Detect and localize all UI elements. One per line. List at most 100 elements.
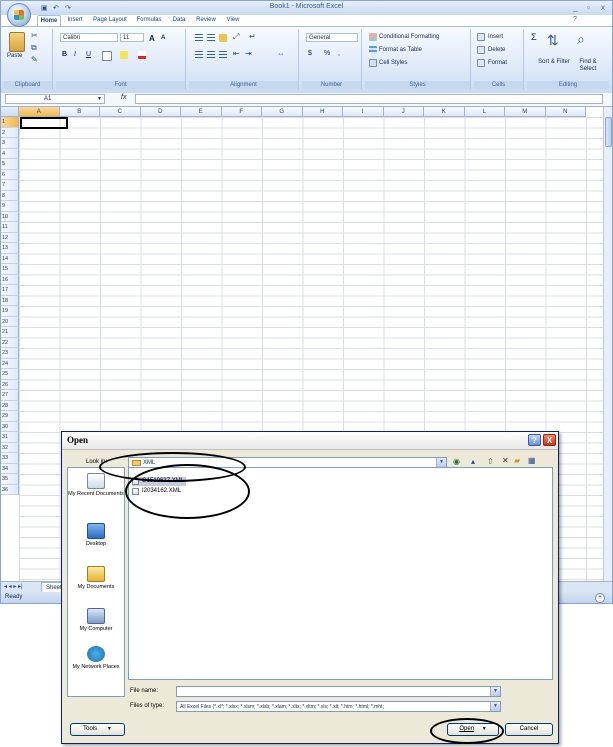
tab-formulas[interactable]: Formulas [134, 15, 164, 26]
name-box[interactable]: A1 ▼ [5, 94, 105, 104]
place-my-network[interactable]: My Network Places [68, 646, 124, 670]
row-header[interactable]: 25 [1, 369, 19, 380]
font-color-icon[interactable] [138, 51, 146, 59]
paste-button[interactable]: Paste [7, 53, 22, 59]
help-button[interactable]: ? [528, 434, 541, 446]
shrink-font-button[interactable]: A [161, 35, 165, 41]
row-header[interactable]: 17 [1, 285, 19, 296]
row-header[interactable]: 27 [1, 390, 19, 401]
conditional-formatting-button[interactable]: Conditional Formatting [379, 34, 439, 40]
row-header[interactable]: 9 [1, 201, 19, 212]
row-header[interactable]: 14 [1, 253, 19, 264]
sort-filter-icon[interactable]: ⇅ [547, 32, 559, 49]
format-as-table-button[interactable]: Format as Table [379, 47, 422, 53]
currency-button[interactable]: $ [308, 50, 312, 57]
tab-review[interactable]: Review [194, 15, 218, 26]
row-header[interactable]: 15 [1, 264, 19, 275]
delete-icon[interactable]: ✕ [502, 456, 509, 465]
column-header[interactable]: A [19, 107, 60, 117]
column-header[interactable]: M [505, 107, 546, 117]
cell-styles-button[interactable]: Cell Styles [379, 60, 407, 66]
borders-icon[interactable] [102, 51, 112, 61]
insert-cells-button[interactable]: Insert [488, 34, 503, 40]
active-cell[interactable] [20, 117, 68, 129]
comma-button[interactable]: , [338, 50, 340, 57]
row-header[interactable]: 30 [1, 421, 19, 432]
row-header[interactable]: 8 [1, 190, 19, 201]
column-header[interactable]: N [545, 107, 586, 117]
fill-color-icon[interactable] [120, 51, 128, 59]
column-header[interactable]: I [343, 107, 384, 117]
column-header[interactable]: F [221, 107, 262, 117]
bold-button[interactable]: B [62, 51, 67, 58]
row-header[interactable]: 12 [1, 232, 19, 243]
new-folder-icon[interactable]: ▰ [514, 456, 520, 465]
tab-insert[interactable]: Insert [64, 15, 86, 26]
column-header[interactable]: G [262, 107, 303, 117]
row-header[interactable]: 20 [1, 316, 19, 327]
close-window-button[interactable]: x [601, 3, 605, 12]
align-top-icon[interactable] [195, 34, 203, 42]
decrease-indent-icon[interactable]: ⇤ [233, 49, 240, 58]
row-header[interactable]: 19 [1, 306, 19, 317]
sheet-nav-buttons[interactable]: ◂ ◂ ▸ ▸| [4, 583, 23, 590]
tab-data[interactable]: Data [169, 15, 189, 26]
minimize-button[interactable]: _ [573, 3, 577, 12]
row-header[interactable]: 35 [1, 474, 19, 485]
column-header[interactable]: C [100, 107, 141, 117]
percent-button[interactable]: % [324, 50, 330, 57]
files-of-type-select[interactable]: All Excel Files (*.xl*; *.xlsx; *.xlsm; … [176, 701, 501, 712]
column-header[interactable]: B [59, 107, 100, 117]
align-middle-icon[interactable] [207, 34, 215, 42]
column-header[interactable]: J [383, 107, 424, 117]
cut-icon[interactable]: ✂ [31, 31, 38, 40]
back-icon[interactable]: ◉ [453, 457, 460, 466]
italic-button[interactable]: I [74, 51, 76, 58]
insert-function-button[interactable]: fx [121, 94, 126, 101]
row-header[interactable]: 16 [1, 274, 19, 285]
formula-input[interactable] [135, 94, 603, 104]
file-name-input[interactable]: ▼ [176, 686, 501, 697]
scroll-thumb[interactable] [605, 117, 612, 147]
font-size-select[interactable]: 11 [120, 33, 144, 42]
place-my-documents[interactable]: My Documents [68, 566, 124, 590]
place-desktop[interactable]: Desktop [68, 523, 124, 547]
row-header[interactable]: 24 [1, 358, 19, 369]
align-bottom-icon[interactable] [219, 34, 227, 42]
row-header[interactable]: 36 [1, 484, 19, 495]
row-header[interactable]: 5 [1, 159, 19, 170]
row-header[interactable]: 29 [1, 411, 19, 422]
row-header[interactable]: 22 [1, 337, 19, 348]
row-header[interactable]: 26 [1, 379, 19, 390]
copy-icon[interactable]: ⧉ [31, 43, 37, 53]
column-header[interactable]: K [424, 107, 465, 117]
format-painter-icon[interactable]: ✎ [31, 55, 38, 64]
column-header[interactable]: L [464, 107, 505, 117]
tab-page-layout[interactable]: Page Layout [91, 15, 129, 26]
wrap-text-icon[interactable]: ↵ [249, 32, 256, 41]
align-center-icon[interactable] [207, 51, 215, 59]
row-header[interactable]: 18 [1, 295, 19, 306]
zoom-in-icon[interactable]: + [595, 593, 605, 603]
office-button[interactable] [7, 3, 31, 27]
delete-cells-button[interactable]: Delete [488, 47, 505, 53]
column-header[interactable]: D [140, 107, 181, 117]
row-header[interactable]: 13 [1, 243, 19, 254]
row-header[interactable]: 32 [1, 442, 19, 453]
row-header[interactable]: 2 [1, 127, 19, 138]
row-header[interactable]: 21 [1, 327, 19, 338]
row-header[interactable]: 11 [1, 222, 19, 233]
align-left-icon[interactable] [195, 51, 203, 59]
tools-button[interactable]: Tools ▼ [70, 723, 125, 736]
maximize-button[interactable]: ▫ [587, 3, 590, 12]
merge-center-icon[interactable]: ⇔ [277, 49, 285, 58]
increase-indent-icon[interactable]: ⇥ [245, 49, 252, 58]
row-header[interactable]: 28 [1, 400, 19, 411]
row-header[interactable]: 3 [1, 138, 19, 149]
cancel-button[interactable]: Cancel [505, 723, 553, 736]
help-icon[interactable]: ? [573, 16, 577, 23]
font-name-select[interactable]: Calibri [60, 33, 118, 42]
find-select-icon[interactable]: ⌕ [577, 31, 585, 48]
row-header[interactable]: 31 [1, 432, 19, 443]
align-right-icon[interactable] [219, 51, 227, 59]
